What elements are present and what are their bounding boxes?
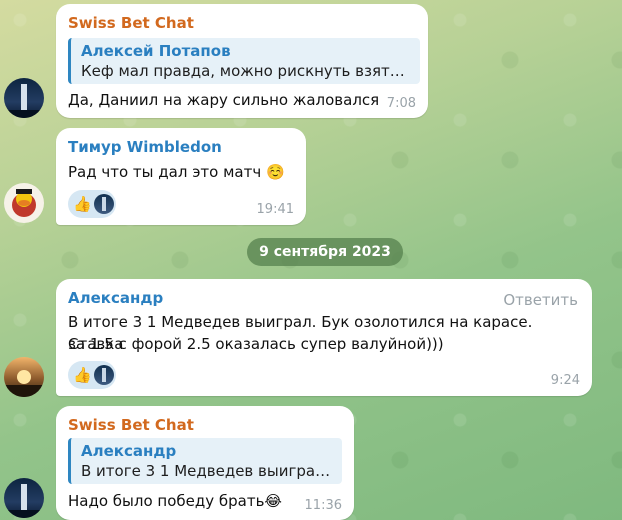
reply-quote[interactable]: Александр В итоге 3 1 Медведев выиграл..… [68, 438, 342, 484]
reaction-thumbs-up[interactable]: 👍 [68, 190, 116, 218]
message-text: Да, Даниил на жару сильно жаловался [68, 91, 380, 109]
message-text-line-2: за 1.5 с форой 2.5 оказалась супер валуй… [68, 335, 444, 353]
sender-name[interactable]: Александр [68, 289, 163, 307]
message-time: 19:41 [256, 202, 294, 217]
reply-quote[interactable]: Алексей Потапов Кеф мал правда, можно ри… [68, 38, 420, 84]
reactor-avatar [93, 194, 114, 214]
message-text: Надо было победу брать😂 [68, 492, 282, 510]
message-time: 7:08 [386, 96, 416, 111]
message-time: 9:24 [550, 373, 580, 388]
reaction-thumbs-up[interactable]: 👍 [68, 361, 116, 389]
sender-name[interactable]: Swiss Bet Chat [68, 416, 194, 434]
reactions-bar: 👍 [68, 190, 116, 218]
message-bubble-4[interactable]: Swiss Bet Chat Александр В итоге 3 1 Мед… [56, 406, 354, 520]
reply-text: Кеф мал правда, можно рискнуть взять ... [81, 62, 410, 80]
reactions-bar: 👍 [68, 361, 116, 389]
reply-button[interactable]: Ответить [503, 291, 578, 309]
reply-author: Александр [81, 442, 177, 460]
duck-avatar[interactable] [4, 183, 44, 223]
tower-avatar[interactable] [4, 78, 44, 118]
sender-name[interactable]: Тимур Wimbledon [68, 138, 222, 156]
message-time: 11:36 [304, 498, 342, 513]
message-text: Рад что ты дал это матч ☺️ [68, 163, 285, 181]
reply-author: Алексей Потапов [81, 42, 231, 60]
message-bubble-3[interactable]: Александр Ответить В итоге 3 1 Медведев … [56, 279, 592, 396]
message-bubble-1[interactable]: Swiss Bet Chat Алексей Потапов Кеф мал п… [56, 4, 428, 118]
sender-name[interactable]: Swiss Bet Chat [68, 14, 194, 32]
reactor-avatar [93, 365, 114, 385]
thumbs-up-icon: 👍 [73, 366, 92, 384]
tower-avatar[interactable] [4, 478, 44, 518]
reply-text: В итоге 3 1 Медведев выиграл.... [81, 462, 332, 480]
date-separator: 9 сентября 2023 [247, 238, 403, 266]
message-bubble-2[interactable]: Тимур Wimbledon Рад что ты дал это матч … [56, 128, 306, 225]
thumbs-up-icon: 👍 [73, 195, 92, 213]
sunset-avatar[interactable] [4, 357, 44, 397]
